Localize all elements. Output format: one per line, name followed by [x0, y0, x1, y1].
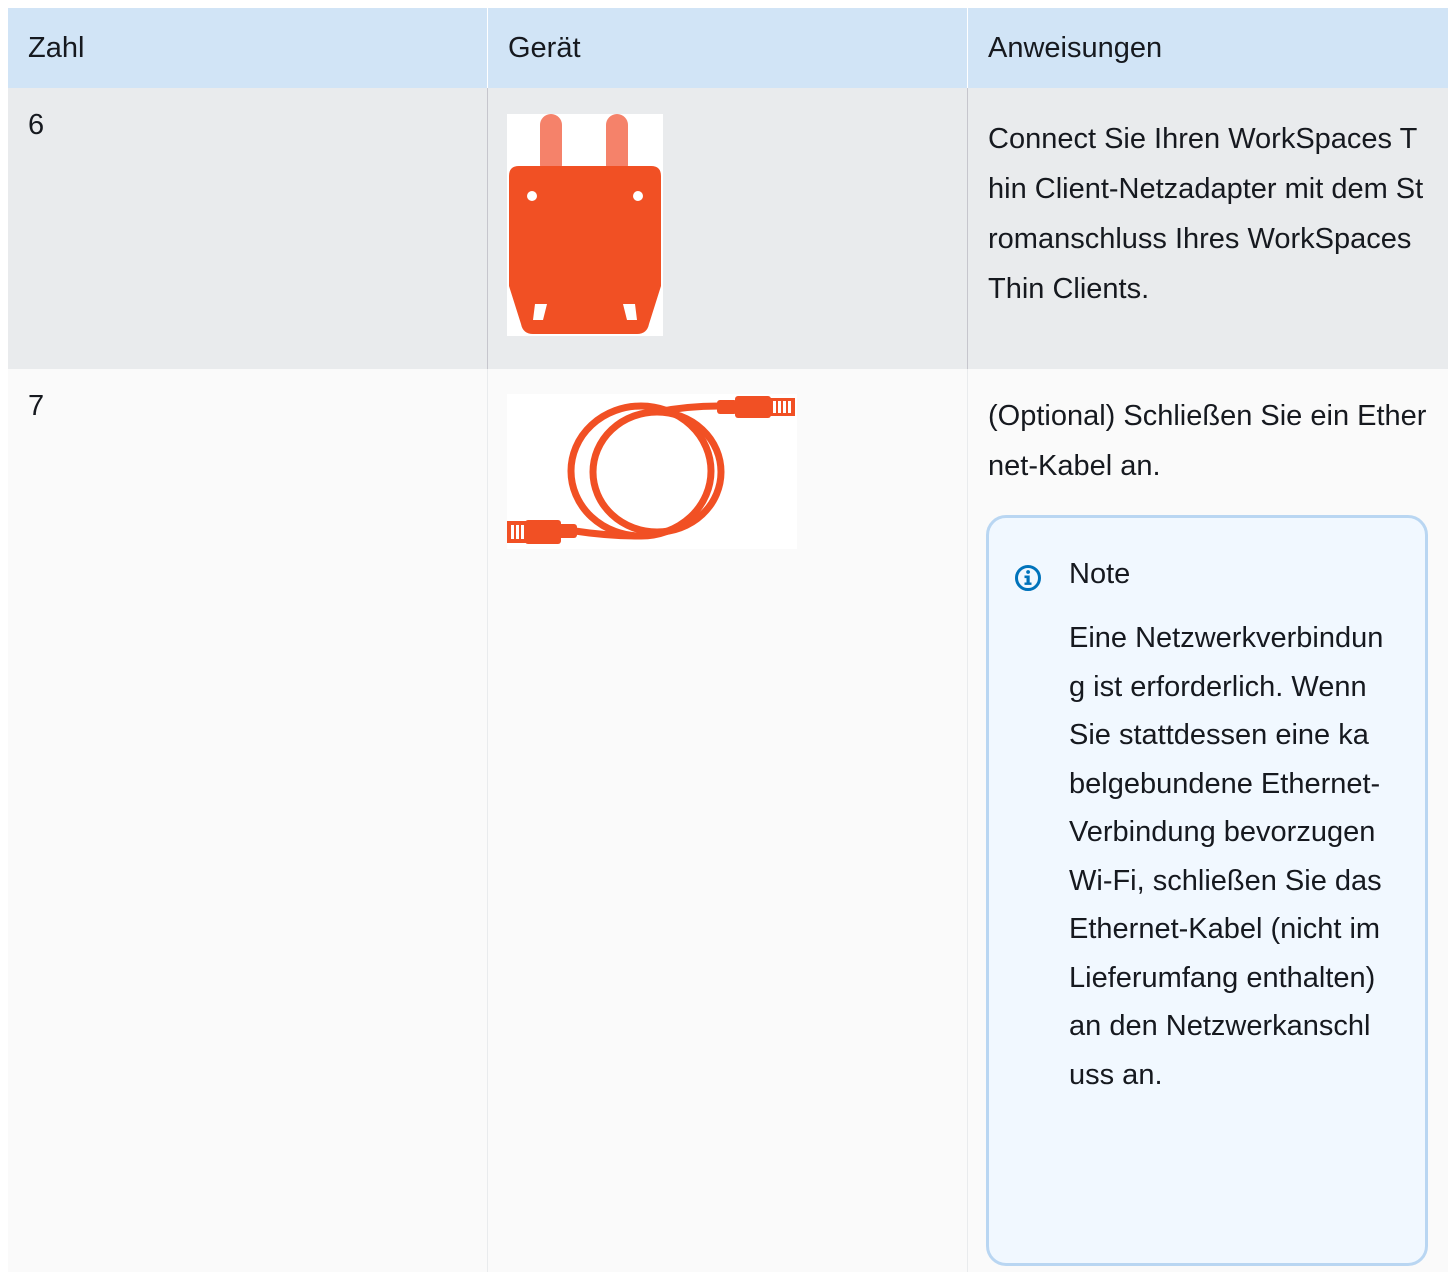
note-callout: Note Eine Netzwerkverbindung ist erforde…: [986, 515, 1428, 1266]
header-device: Gerät: [508, 32, 581, 64]
row-number: 7: [28, 390, 45, 422]
row-7-device-cell: [488, 369, 967, 1272]
header-number: Zahl: [28, 32, 85, 64]
header-instructions: Anweisungen: [988, 32, 1163, 64]
row-6-number-cell: 6: [8, 88, 487, 369]
info-icon: [1015, 565, 1041, 591]
table-header-row: Zahl Gerät Anweisungen: [8, 8, 1448, 88]
power-plug-icon: [507, 114, 663, 336]
header-cell-device: Gerät: [488, 8, 967, 88]
column-divider: [967, 88, 968, 369]
column-divider: [487, 369, 488, 1272]
setup-table: Zahl Gerät Anweisungen 6 Connect Sie Ihr…: [8, 8, 1448, 1272]
row-number: 6: [28, 109, 45, 141]
ethernet-cable-icon: [507, 394, 797, 549]
row-7-number-cell: 7: [8, 369, 487, 1272]
table-row: 7 (Optional) Schließen Sie ein Ethernet-…: [8, 369, 1448, 1272]
table-row: 6 Connect Sie Ihren WorkSpaces Thin Clie…: [8, 88, 1448, 369]
row-6-instructions-cell: Connect Sie Ihren WorkSpaces Thin Client…: [968, 88, 1448, 369]
row-7-instructions-cell: (Optional) Schließen Sie ein Ethernet-Ka…: [968, 369, 1448, 1272]
column-divider: [487, 8, 488, 88]
header-cell-number: Zahl: [8, 8, 487, 88]
column-divider: [487, 88, 488, 369]
row-6-device-cell: [488, 88, 967, 369]
note-text: Eine Netzwerkverbindung ist erforderlich…: [1069, 622, 1384, 1091]
instruction-text: (Optional) Schließen Sie ein Ethernet-Ka…: [988, 400, 1427, 482]
column-divider: [967, 8, 968, 88]
column-divider: [967, 369, 968, 1272]
instruction-text: Connect Sie Ihren WorkSpaces Thin Client…: [988, 123, 1424, 305]
note-title: Note: [1069, 558, 1131, 590]
header-cell-instructions: Anweisungen: [968, 8, 1448, 88]
